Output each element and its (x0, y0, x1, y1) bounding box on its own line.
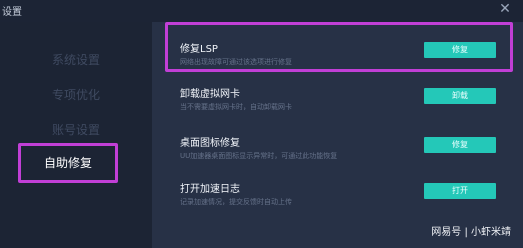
open-log-desc: 记录加速情况，提交反馈时自动上传 (180, 198, 292, 206)
window-title: 设置 (2, 7, 22, 18)
open-log-title: 打开加速日志 (180, 184, 240, 195)
uninstall-nic-title: 卸载虚拟网卡 (180, 89, 240, 100)
open-log-button[interactable]: 打开 (424, 183, 496, 199)
sidebar-item-account[interactable]: 账号设置 (0, 116, 152, 144)
sidebar: 系统设置 专项优化 账号设置 (0, 22, 152, 248)
close-icon[interactable]: ✕ (497, 1, 513, 17)
sidebar-item-self-repair[interactable]: 自助修复 (18, 143, 118, 183)
desktop-icon-repair-button[interactable]: 修复 (424, 137, 496, 153)
sidebar-item-optimization[interactable]: 专项优化 (0, 81, 152, 109)
uninstall-nic-desc: 当不需要虚拟网卡时，自动卸载网卡 (180, 103, 292, 111)
watermark: 网易号 | 小虾米靖 (431, 227, 511, 238)
desktop-icon-repair-desc: UU加速器桌面图标显示异常时，可通过此功能恢复 (180, 152, 338, 160)
desktop-icon-repair-title: 桌面图标修复 (180, 138, 240, 149)
sidebar-item-system[interactable]: 系统设置 (0, 46, 152, 74)
uninstall-nic-button[interactable]: 卸载 (424, 88, 496, 104)
uninstall-nic-row: 卸载虚拟网卡 当不需要虚拟网卡时，自动卸载网卡 卸载 (152, 82, 523, 126)
repair-lsp-highlight (165, 22, 513, 72)
desktop-icon-repair-row: 桌面图标修复 UU加速器桌面图标显示异常时，可通过此功能恢复 修复 (152, 131, 523, 175)
titlebar: 设置 ✕ (0, 0, 523, 22)
open-log-row: 打开加速日志 记录加速情况，提交反馈时自动上传 打开 (152, 177, 523, 221)
settings-window: 设置 ✕ 系统设置 专项优化 账号设置 自助修复 修复LSP 网络出现故障可通过… (0, 0, 523, 248)
